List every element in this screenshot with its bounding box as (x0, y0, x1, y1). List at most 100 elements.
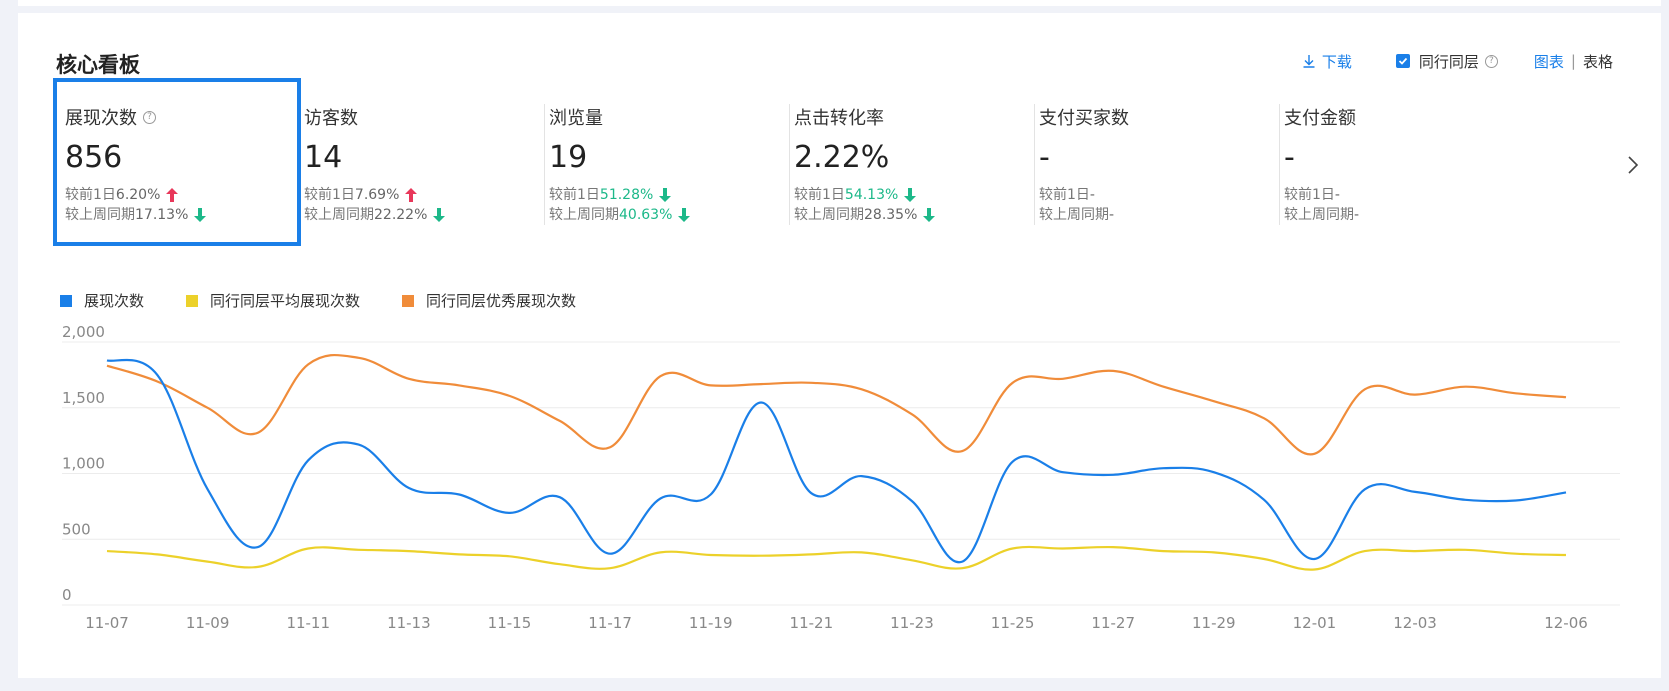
arrow-down-icon (659, 188, 672, 202)
compare-label: 较上周同期 (549, 207, 619, 223)
x-tick-label: 11-29 (1192, 614, 1236, 632)
metric-name: 支付买家数 (1039, 105, 1129, 129)
compare-label: 较前1日 (304, 187, 355, 203)
arrow-down-icon (678, 208, 691, 222)
compare-label: 较上周同期 (1039, 207, 1109, 223)
compare-prev-week: 较上周同期 17.13% (65, 205, 207, 225)
download-button[interactable]: 下载 (1302, 51, 1352, 72)
x-tick-label: 11-15 (488, 614, 532, 632)
compare-value: 22.22% (374, 207, 428, 223)
compare-value: 54.13% (844, 187, 899, 203)
compare-value: 7.69% (354, 187, 400, 203)
next-metrics-button[interactable] (1627, 155, 1639, 179)
metric-card[interactable]: 浏览量 19 较前1日 51.28% 较上周同期 40.63% (544, 78, 792, 246)
compare-prev-day: 较前1日 54.13% (794, 185, 935, 205)
metric-name: 支付金额 (1284, 105, 1359, 129)
x-tick-label: 11-19 (689, 614, 733, 632)
x-tick-label: 11-25 (991, 614, 1035, 632)
x-tick-label: 12-01 (1293, 614, 1337, 632)
metric-name: 访客数 (304, 105, 445, 129)
metric-card[interactable]: 支付买家数 - 较前1日 - 较上周同期 - (1034, 78, 1282, 246)
x-tick-label: 11-23 (890, 614, 934, 632)
compare-prev-day: 较前1日 - (1284, 185, 1359, 205)
compare-label: 较上周同期 (1284, 207, 1354, 223)
y-tick-label: 2,000 (62, 323, 105, 341)
x-tick-label: 11-09 (186, 614, 230, 632)
metric-name: 浏览量 (549, 105, 690, 129)
series-line-impressions (106, 358, 1567, 564)
x-tick-label: 11-13 (387, 614, 431, 632)
compare-value: 28.35% (864, 207, 918, 223)
compare-label: 较前1日 (549, 187, 600, 203)
metric-value: 2.22% (794, 140, 890, 175)
peer-checkbox[interactable] (1395, 54, 1410, 68)
compare-prev-week: 较上周同期 22.22% (304, 205, 446, 225)
metric-name-text: 访客数 (304, 108, 358, 129)
arrow-up-icon (166, 188, 179, 202)
compare-value: 51.28% (599, 187, 654, 203)
arrow-down-icon (194, 208, 207, 222)
metric-name-text: 展现次数 (65, 108, 137, 129)
compare-prev-week: 较上周同期 40.63% (549, 205, 691, 225)
x-tick-label: 11-11 (286, 614, 330, 632)
compare-prev-week: 较上周同期 - (1039, 205, 1129, 225)
view-chart-toggle[interactable]: 图表 (1534, 51, 1564, 72)
compare-label: 较前1日 (1284, 187, 1335, 203)
compare-value: - (1109, 207, 1115, 223)
top-card-edge (18, 0, 1661, 6)
metric-name: 点击转化率 (794, 105, 935, 129)
metric-name-text: 支付买家数 (1039, 108, 1129, 129)
metric-value: 19 (549, 140, 588, 175)
help-icon[interactable]: ? (143, 110, 156, 124)
compare-value: 17.13% (135, 207, 189, 223)
compare-prev-day: 较前1日 7.69% (304, 185, 445, 205)
x-tick-label: 11-17 (588, 614, 632, 632)
compare-prev-day: 较前1日 - (1039, 185, 1129, 205)
metric-divider (1034, 104, 1035, 225)
metric-name-text: 浏览量 (549, 108, 603, 129)
metric-card[interactable]: 点击转化率 2.22% 较前1日 54.13% 较上周同期 28.35% (789, 78, 1037, 246)
compare-label: 较上周同期 (65, 207, 135, 223)
compare-label: 较前1日 (1039, 187, 1090, 203)
compare-value: - (1089, 187, 1095, 203)
view-table-toggle[interactable]: 表格 (1583, 51, 1613, 72)
y-tick-label: 500 (62, 520, 91, 538)
trend-line-chart: 2,000 1,500 1,000 500 0 11-07 11-09 11-11 11-13 1… (62, 323, 1620, 632)
arrow-up-icon (405, 188, 418, 202)
x-tick-label: 11-07 (85, 614, 129, 632)
metric-value: 14 (304, 140, 343, 175)
compare-prev-day: 较前1日 6.20% (65, 185, 206, 205)
compare-value: - (1354, 207, 1360, 223)
chevron-right-icon (1628, 156, 1639, 174)
compare-value: - (1334, 187, 1340, 203)
x-tick-label: 12-06 (1544, 614, 1588, 632)
metric-card[interactable]: 展现次数? 856 较前1日 6.20% 较上周同期 17.13% (53, 78, 301, 246)
arrow-down-icon (923, 208, 936, 222)
y-tick-label: 0 (62, 586, 72, 604)
compare-label: 较上周同期 (304, 207, 374, 223)
metric-name-text: 支付金额 (1284, 108, 1356, 129)
download-label: 下载 (1321, 52, 1352, 71)
toolbar: 下载 同行同层 ? 图表 | 表格 (1302, 49, 1613, 73)
metric-value: - (1284, 140, 1295, 175)
metric-value: - (1039, 140, 1050, 175)
compare-prev-day: 较前1日 51.28% (549, 185, 690, 205)
compare-prev-week: 较上周同期 28.35% (794, 205, 936, 225)
peer-toggle[interactable]: 同行同层 ? (1395, 51, 1498, 72)
x-tick-label: 12-03 (1393, 614, 1437, 632)
compare-value: 40.63% (619, 207, 673, 223)
compare-label: 较前1日 (65, 187, 116, 203)
metric-card[interactable]: 访客数 14 较前1日 7.69% 较上周同期 22.22% (302, 78, 547, 246)
view-divider: | (1570, 52, 1576, 70)
metric-divider (544, 104, 545, 225)
metric-cards: 展现次数? 856 较前1日 6.20% 较上周同期 17.13% 访客数 14 较前1日 7.6… (53, 78, 1617, 246)
metric-card[interactable]: 支付金额 - 较前1日 - 较上周同期 - (1279, 78, 1527, 246)
compare-label: 较前1日 (794, 187, 845, 203)
metric-name: 展现次数? (65, 105, 206, 129)
arrow-down-icon (433, 208, 446, 222)
help-icon[interactable]: ? (1484, 54, 1498, 68)
y-tick-label: 1,500 (62, 389, 105, 407)
x-tick-label: 11-27 (1091, 614, 1135, 632)
peer-label: 同行同层 (1418, 52, 1479, 71)
x-tick-label: 11-21 (790, 614, 834, 632)
